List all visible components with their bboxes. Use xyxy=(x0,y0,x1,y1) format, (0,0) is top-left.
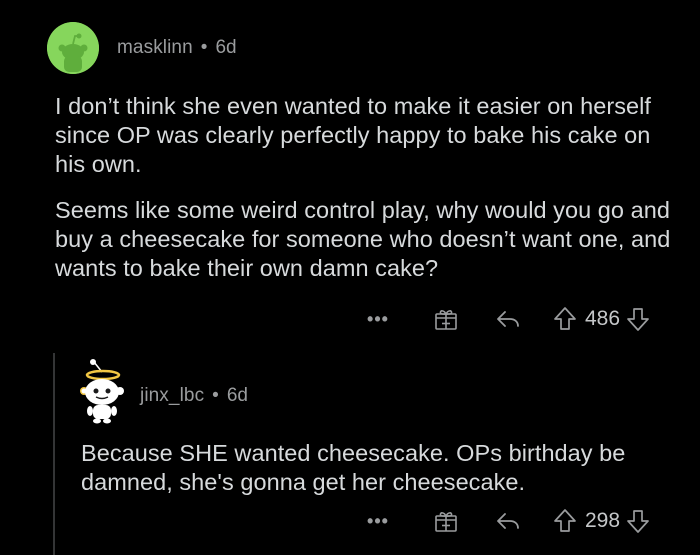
vote-score: 486 xyxy=(585,307,621,330)
comment-thread: masklinn • 6d I don’t think she even wan… xyxy=(0,0,700,555)
gift-icon xyxy=(435,310,457,330)
award-button[interactable] xyxy=(433,508,459,534)
meta-separator: • xyxy=(200,37,208,58)
meta-separator: • xyxy=(212,385,219,406)
comment-age: 6d xyxy=(226,385,248,406)
comment-username[interactable]: jinx_lbc xyxy=(140,385,204,407)
upvote-icon xyxy=(554,307,576,330)
reply-button[interactable] xyxy=(495,308,521,330)
comment-paragraph: Because SHE wanted cheesecake. OPs birth… xyxy=(81,440,626,495)
upvote-icon xyxy=(554,509,576,532)
reply-icon xyxy=(497,513,519,529)
gift-icon xyxy=(435,512,457,532)
user-avatar[interactable] xyxy=(72,358,132,434)
comment-age: 6d xyxy=(215,37,237,58)
vote-score: 298 xyxy=(585,509,621,532)
comment-paragraph: I don’t think she even wanted to make it… xyxy=(55,93,651,177)
comment-body: Because SHE wanted cheesecake. OPs birth… xyxy=(81,439,691,514)
downvote-button[interactable] xyxy=(626,306,650,332)
thread-collapse-line[interactable] xyxy=(53,353,55,555)
upvote-button[interactable] xyxy=(553,508,577,534)
reply-button[interactable] xyxy=(495,510,521,532)
downvote-button[interactable] xyxy=(626,508,650,534)
comment-actions: ••• 486 xyxy=(365,304,650,334)
award-button[interactable] xyxy=(433,306,459,332)
comment-header: masklinn • 6d xyxy=(47,22,237,74)
more-options-button[interactable]: ••• xyxy=(365,511,391,532)
more-options-button[interactable]: ••• xyxy=(365,309,391,330)
comment-actions: ••• 298 xyxy=(365,506,650,536)
snoo-angel-avatar-icon xyxy=(80,359,124,424)
comment-paragraph: Seems like some weird control play, why … xyxy=(55,197,671,281)
comment-body: I don’t think she even wanted to make it… xyxy=(55,92,685,300)
downvote-icon xyxy=(627,308,649,331)
upvote-button[interactable] xyxy=(553,306,577,332)
downvote-icon xyxy=(627,510,649,533)
snoo-avatar-icon xyxy=(47,22,99,74)
user-avatar[interactable] xyxy=(47,22,99,74)
reply-icon xyxy=(497,311,519,327)
comment-username[interactable]: masklinn xyxy=(117,37,193,59)
comment-header: jinx_lbc • 6d xyxy=(72,358,248,434)
